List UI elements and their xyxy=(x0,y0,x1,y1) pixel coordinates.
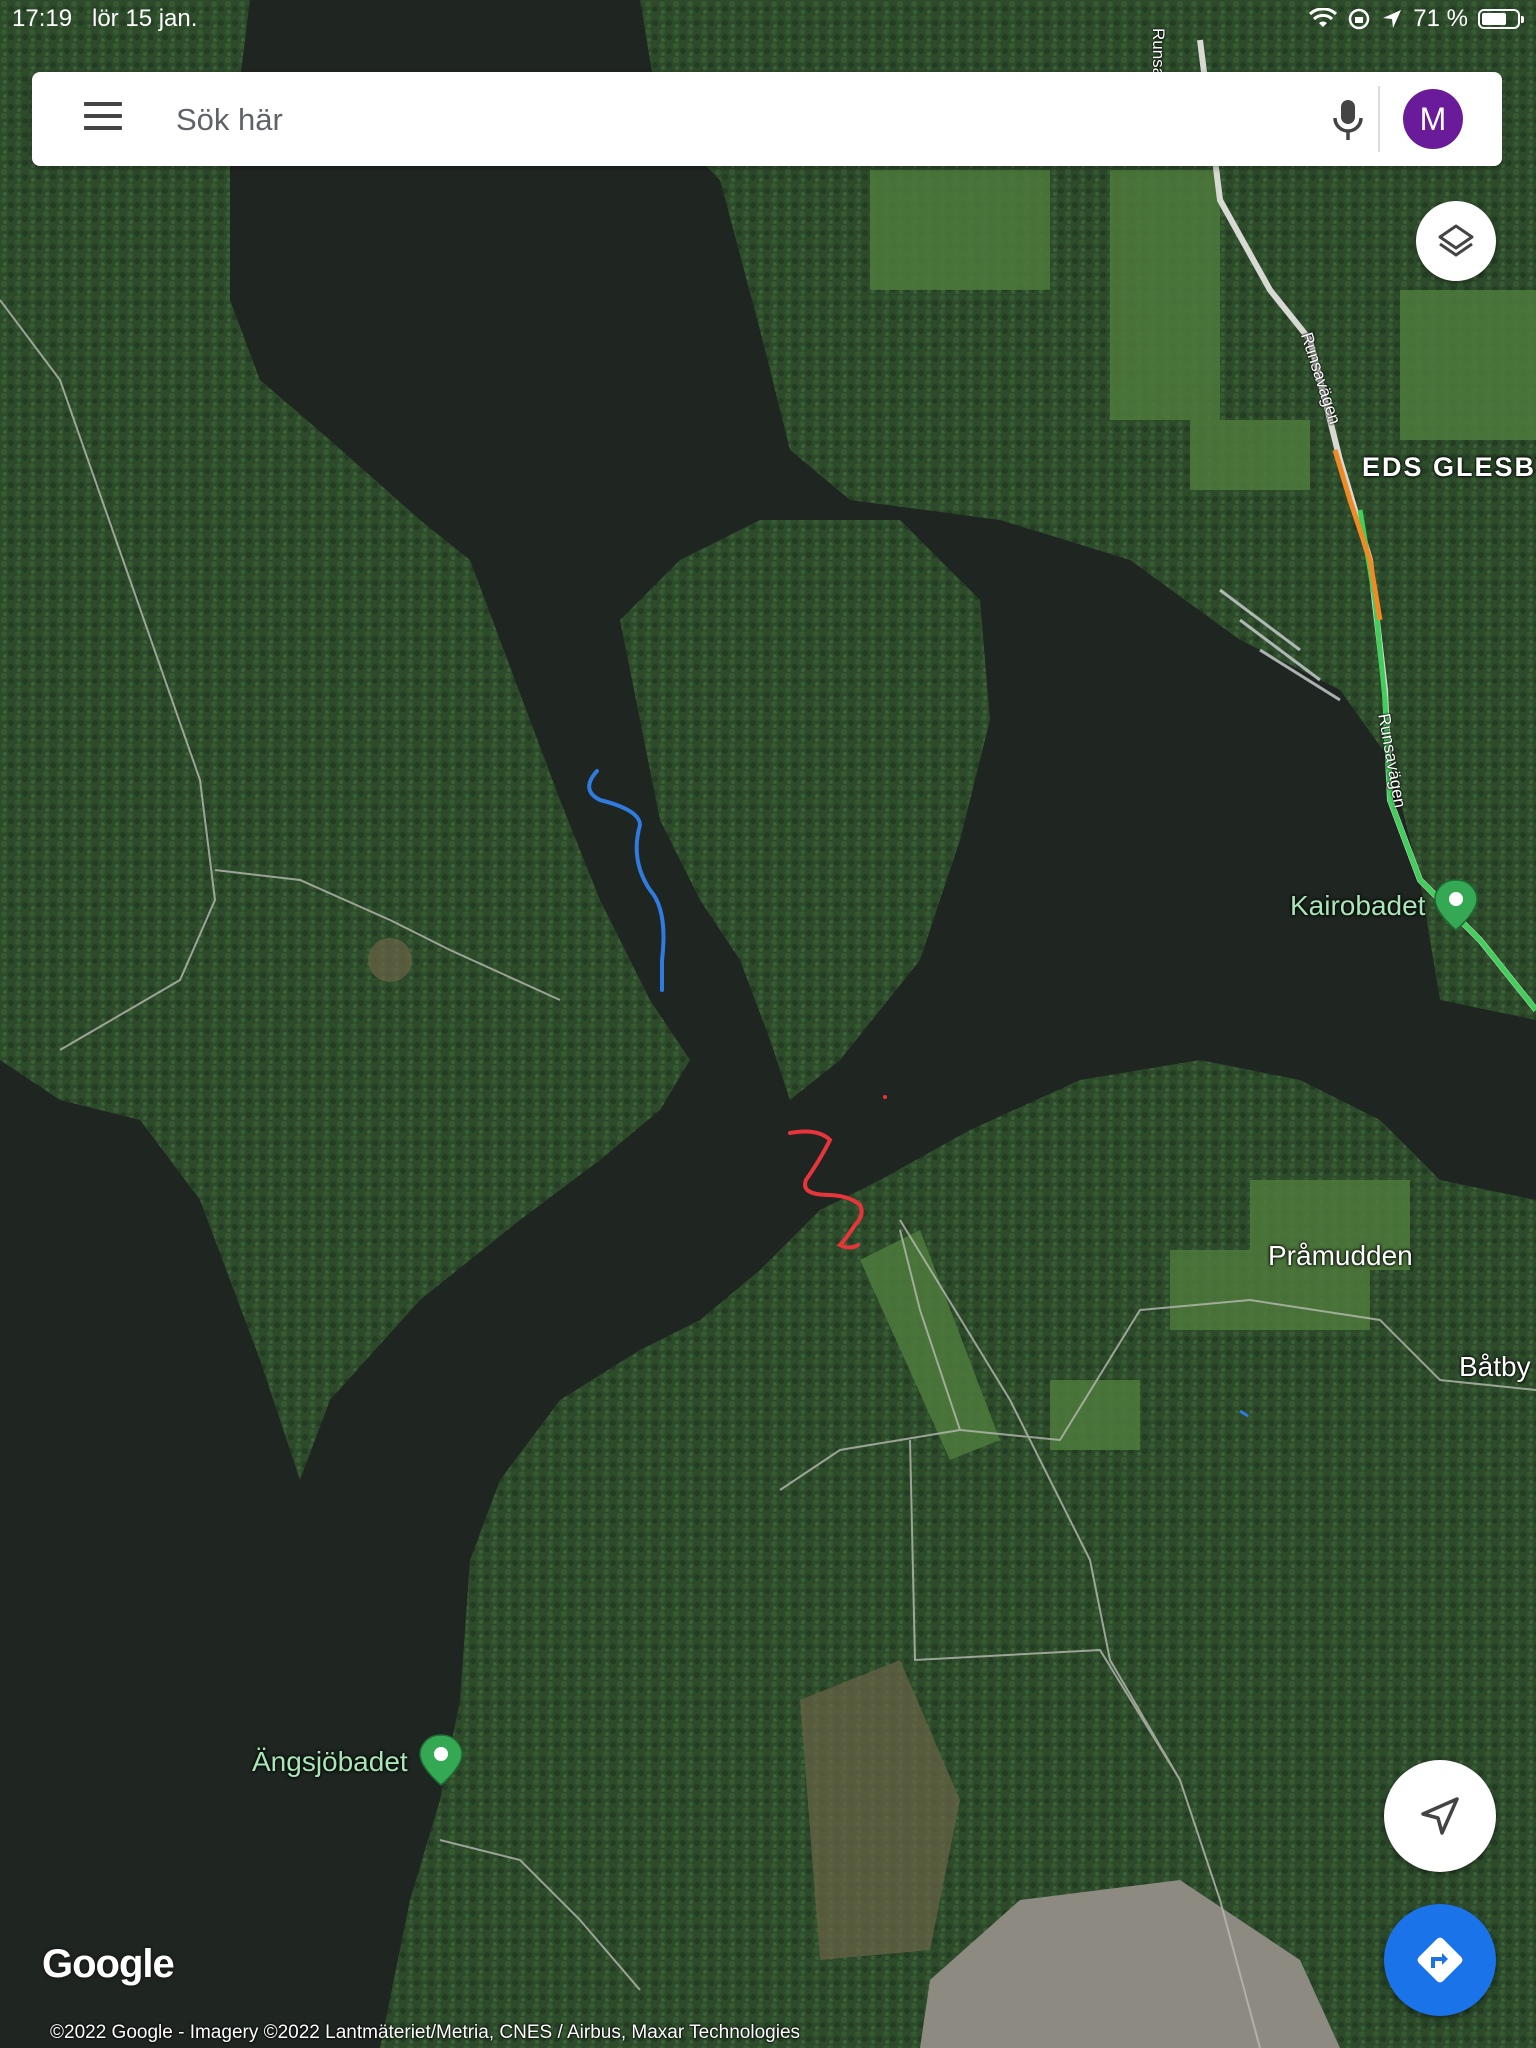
navigation-arrow-icon xyxy=(1421,1797,1459,1835)
orientation-lock-icon xyxy=(1349,8,1370,30)
layers-button[interactable] xyxy=(1416,201,1496,281)
status-time: 17:19 xyxy=(12,5,73,32)
status-bar: 17:19 lör 15 jan. 71 % xyxy=(0,0,1536,40)
account-avatar[interactable]: M xyxy=(1403,89,1463,149)
layers-icon xyxy=(1438,224,1474,257)
label-pramudden: Pråmudden xyxy=(1268,1240,1413,1271)
label-angsjobadet[interactable]: Ängsjöbadet xyxy=(252,1746,408,1778)
search-bar: M xyxy=(32,72,1502,166)
location-arrow-icon xyxy=(1383,10,1402,28)
search-divider xyxy=(1378,86,1380,152)
directions-icon xyxy=(1417,1937,1463,1983)
google-logo: Google xyxy=(42,1942,175,1986)
my-location-button[interactable] xyxy=(1384,1760,1496,1872)
microphone-icon[interactable] xyxy=(1328,96,1368,144)
satellite-map[interactable] xyxy=(0,0,1536,2048)
wifi-icon xyxy=(1309,8,1338,27)
battery-icon xyxy=(1478,9,1524,29)
directions-button[interactable] xyxy=(1384,1904,1496,2016)
battery-percent: 71 % xyxy=(1413,5,1468,32)
map-copyright: ©2022 Google - Imagery ©2022 Lantmäterie… xyxy=(50,2022,801,2043)
label-kairobadet[interactable]: Kairobadet xyxy=(1290,890,1425,922)
label-eds-glesby: EDS GLESBY xyxy=(1362,452,1536,482)
menu-icon[interactable] xyxy=(84,102,122,136)
search-input[interactable] xyxy=(174,94,1278,146)
red-dot xyxy=(883,1095,887,1099)
label-batby: Båtby xyxy=(1459,1351,1531,1382)
status-date: lör 15 jan. xyxy=(92,5,198,32)
